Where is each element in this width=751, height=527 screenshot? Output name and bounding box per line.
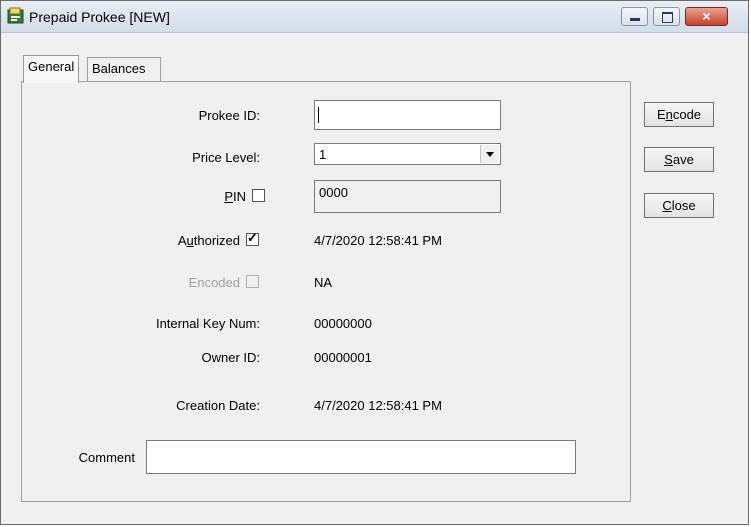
- internal-key-num-value: 00000000: [314, 316, 372, 331]
- title-bar[interactable]: Prepaid Prokee [NEW] ×: [1, 1, 748, 33]
- chevron-down-icon[interactable]: [480, 145, 499, 163]
- text-caret: [318, 107, 319, 123]
- authorized-date: 4/7/2020 12:58:41 PM: [314, 233, 442, 248]
- price-level-value: 1: [319, 147, 327, 162]
- minimize-button[interactable]: [621, 7, 648, 26]
- internal-key-num-label: Internal Key Num:: [155, 316, 260, 331]
- encoded-checkbox: [246, 275, 259, 288]
- close-button[interactable]: Close: [644, 193, 714, 218]
- window-title: Prepaid Prokee [NEW]: [29, 9, 170, 25]
- check-icon: ✓: [247, 230, 258, 245]
- tab-general[interactable]: General: [23, 55, 80, 83]
- price-level-label: Price Level:: [192, 150, 260, 165]
- price-level-select[interactable]: 1: [314, 143, 501, 165]
- encoded-label: Encoded: [188, 275, 240, 290]
- creation-date-label: Creation Date:: [176, 398, 260, 413]
- pin-field[interactable]: 0000: [314, 180, 501, 213]
- comment-label: Comment: [78, 450, 135, 465]
- prokee-id-input[interactable]: [314, 100, 501, 130]
- pin-checkbox[interactable]: [252, 189, 265, 202]
- maximize-button[interactable]: [653, 7, 680, 26]
- authorized-checkbox[interactable]: ✓: [246, 230, 259, 246]
- owner-id-label: Owner ID:: [201, 350, 260, 365]
- encode-button[interactable]: Encode: [644, 102, 714, 127]
- minimize-icon: [630, 18, 640, 21]
- close-icon: ×: [702, 8, 711, 24]
- encoded-value: NA: [314, 275, 333, 290]
- tab-balances[interactable]: Balances: [87, 57, 161, 81]
- app-icon: [7, 7, 24, 24]
- comment-input[interactable]: [146, 440, 576, 474]
- close-window-button[interactable]: ×: [685, 7, 728, 26]
- pin-label: PIN: [224, 189, 246, 204]
- prokee-id-label: Prokee ID:: [198, 108, 260, 123]
- maximize-icon: [662, 12, 673, 23]
- owner-id-value: 00000001: [314, 350, 372, 365]
- general-tab-panel: Prokee ID: Price Level: 1 PIN 0000 Autho…: [21, 81, 631, 502]
- authorized-label: Authorized: [177, 233, 240, 248]
- save-button[interactable]: Save: [644, 147, 714, 172]
- prepaid-prokee-window: Prepaid Prokee [NEW] × General Balances …: [0, 0, 749, 525]
- creation-date-value: 4/7/2020 12:58:41 PM: [314, 398, 442, 413]
